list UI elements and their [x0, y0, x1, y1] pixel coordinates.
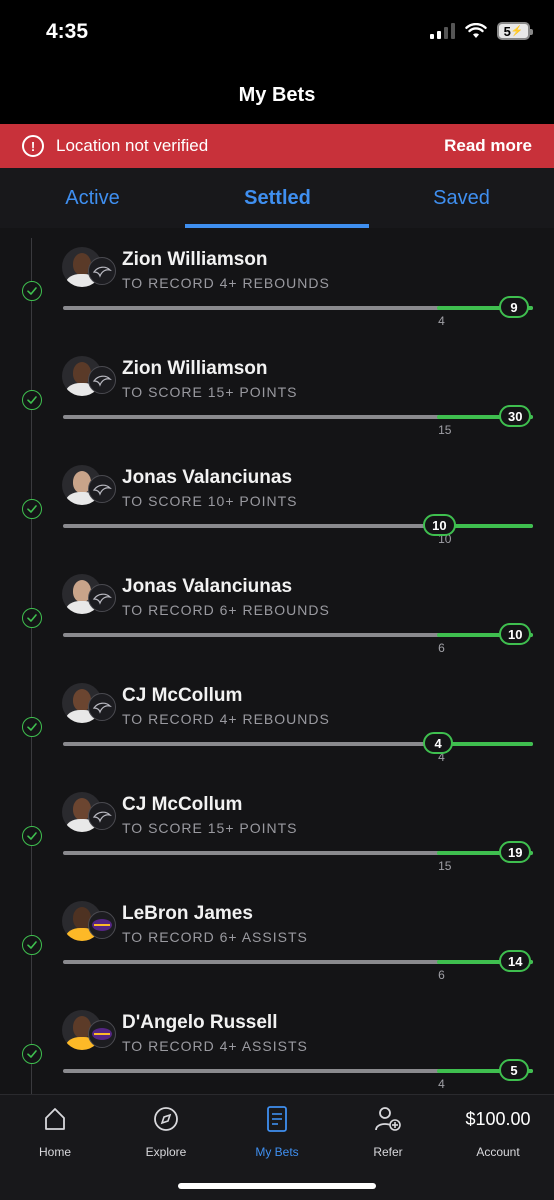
result-value-badge: 10: [499, 623, 532, 645]
player-name: CJ McCollum: [122, 794, 243, 815]
player-avatar-group: [62, 247, 116, 291]
status-icons: 5 ⚡: [430, 22, 533, 40]
player-avatar-group: [62, 792, 116, 836]
bet-item[interactable]: CJ McCollum TO SCORE 15+ POINTS 15 19: [0, 783, 554, 892]
settled-bets-list[interactable]: Zion Williamson TO RECORD 4+ REBOUNDS 4 …: [0, 238, 554, 1094]
tab-active[interactable]: Active: [0, 168, 185, 228]
bet-market: TO RECORD 6+ ASSISTS: [122, 929, 308, 945]
battery-level: 5: [503, 23, 511, 39]
pelicans-logo-icon: [88, 693, 116, 721]
player-name: D'Angelo Russell: [122, 1012, 278, 1033]
nav-home[interactable]: Home: [0, 1105, 110, 1161]
exclamation-circle-icon: !: [22, 135, 44, 157]
top-navigation: My Bets: [0, 66, 554, 124]
bet-item[interactable]: Jonas Valanciunas TO RECORD 6+ REBOUNDS …: [0, 565, 554, 674]
bet-item[interactable]: Jonas Valanciunas TO SCORE 10+ POINTS 10…: [0, 456, 554, 565]
settled-check-icon: [22, 390, 42, 410]
compass-icon: [153, 1105, 179, 1133]
settled-check-icon: [22, 281, 42, 301]
player-name: Jonas Valanciunas: [122, 576, 293, 597]
pelicans-logo-icon: [88, 257, 116, 285]
home-icon: [42, 1105, 68, 1133]
status-bar: 4:35 5 ⚡: [0, 0, 554, 66]
status-time: 4:35: [46, 20, 89, 43]
tab-saved[interactable]: Saved: [369, 168, 554, 228]
bet-status-tabs: Active Settled Saved: [0, 168, 554, 228]
pelicans-logo-icon: [88, 475, 116, 503]
nav-account[interactable]: $100.00 Account: [443, 1105, 553, 1161]
pelicans-logo-icon: [88, 802, 116, 830]
bet-item[interactable]: CJ McCollum TO RECORD 4+ REBOUNDS 4 4: [0, 674, 554, 783]
settled-check-icon: [22, 499, 42, 519]
result-value-badge: 30: [499, 405, 532, 427]
player-avatar-group: [62, 1010, 116, 1054]
bet-line-label: 15: [438, 423, 452, 437]
pelicans-logo-icon: [88, 366, 116, 394]
player-name: CJ McCollum: [122, 685, 243, 706]
pelicans-logo-icon: [88, 584, 116, 612]
player-name: Zion Williamson: [122, 249, 268, 270]
cellular-signal-icon: [430, 23, 455, 39]
bet-line-label: 4: [438, 314, 445, 328]
player-avatar-group: [62, 574, 116, 618]
player-avatar-group: [62, 356, 116, 400]
lakers-logo-icon: [88, 1020, 116, 1048]
account-balance: $100.00: [465, 1108, 531, 1129]
bet-market: TO SCORE 10+ POINTS: [122, 493, 298, 509]
player-avatar-group: [62, 465, 116, 509]
settled-check-icon: [22, 1044, 42, 1064]
betslip-icon: [265, 1105, 289, 1133]
settled-check-icon: [22, 717, 42, 737]
home-indicator: [178, 1183, 376, 1189]
nav-account-label: Account: [476, 1145, 520, 1159]
nav-my-bets[interactable]: My Bets: [222, 1105, 332, 1161]
bet-item[interactable]: Zion Williamson TO SCORE 15+ POINTS 15 3…: [0, 347, 554, 456]
read-more-link[interactable]: Read more: [444, 136, 532, 156]
bet-item[interactable]: Zion Williamson TO RECORD 4+ REBOUNDS 4 …: [0, 238, 554, 347]
settled-check-icon: [22, 935, 42, 955]
alert-message: Location not verified: [56, 136, 209, 155]
player-avatar-group: [62, 683, 116, 727]
bet-line-label: 4: [438, 1077, 445, 1091]
wifi-icon: [465, 23, 487, 38]
nav-home-label: Home: [38, 1145, 71, 1159]
nav-refer-label: Refer: [373, 1145, 403, 1159]
settled-check-icon: [22, 826, 42, 846]
bet-market: TO RECORD 4+ REBOUNDS: [122, 711, 330, 727]
tab-settled[interactable]: Settled: [185, 168, 370, 228]
bet-market: TO RECORD 6+ REBOUNDS: [122, 602, 330, 618]
settled-check-icon: [22, 608, 42, 628]
bet-line-label: 15: [438, 859, 452, 873]
bet-line-label: 6: [438, 968, 445, 982]
player-name: Jonas Valanciunas: [122, 467, 293, 488]
bet-item[interactable]: D'Angelo Russell TO RECORD 4+ ASSISTS 4 …: [0, 1001, 554, 1094]
result-value-badge: 9: [499, 296, 529, 318]
bet-market: TO RECORD 4+ REBOUNDS: [122, 275, 330, 291]
lakers-logo-icon: [88, 911, 116, 939]
result-value-badge: 14: [499, 950, 532, 972]
nav-explore-label: Explore: [145, 1145, 187, 1159]
result-value-badge: 4: [423, 732, 454, 754]
bet-line-label: 6: [438, 641, 445, 655]
battery-icon: 5 ⚡: [497, 22, 533, 40]
player-avatar-group: [62, 901, 116, 945]
nav-explore[interactable]: Explore: [111, 1105, 221, 1161]
bet-item[interactable]: LeBron James TO RECORD 6+ ASSISTS 6 14: [0, 892, 554, 1001]
result-value-badge: 5: [499, 1059, 529, 1081]
bet-market: TO SCORE 15+ POINTS: [122, 820, 298, 836]
nav-refer[interactable]: Refer: [333, 1105, 443, 1161]
nav-my-bets-label: My Bets: [255, 1145, 299, 1159]
location-alert-banner: ! Location not verified Read more: [0, 124, 554, 168]
bet-market: TO RECORD 4+ ASSISTS: [122, 1038, 308, 1054]
page-title: My Bets: [238, 83, 316, 106]
result-value-badge: 10: [423, 514, 456, 536]
player-name: LeBron James: [122, 903, 253, 924]
active-tab-indicator: [185, 224, 369, 228]
player-name: Zion Williamson: [122, 358, 268, 379]
bet-market: TO SCORE 15+ POINTS: [122, 384, 298, 400]
add-user-icon: [374, 1105, 402, 1133]
result-value-badge: 19: [499, 841, 532, 863]
